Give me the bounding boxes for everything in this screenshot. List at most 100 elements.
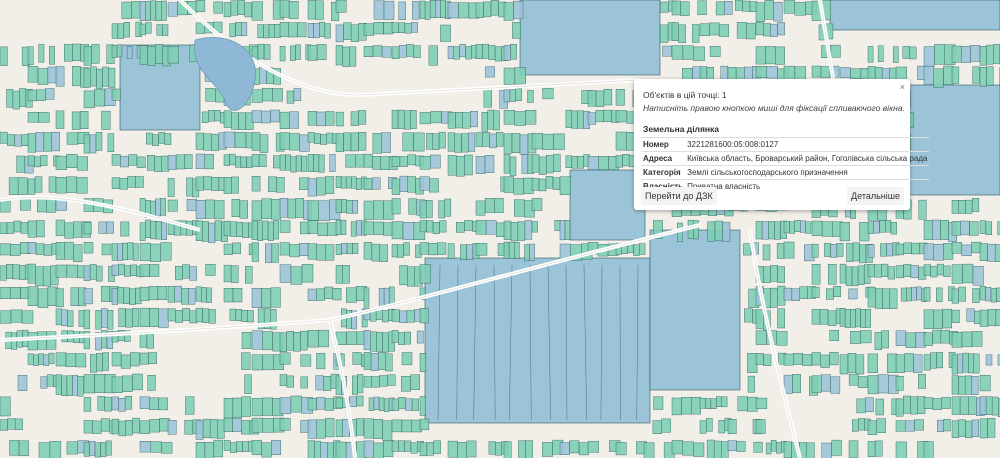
parcel	[10, 309, 23, 323]
parcel	[483, 1, 492, 18]
parcel	[335, 375, 342, 395]
parcel	[201, 111, 209, 123]
parcel	[776, 442, 782, 454]
parcel	[503, 153, 511, 174]
parcel	[615, 131, 627, 151]
parcel	[874, 264, 882, 278]
parcel	[37, 288, 49, 308]
parcel	[615, 110, 628, 123]
parcel	[811, 352, 821, 366]
parcel	[490, 0, 499, 16]
details-button[interactable]: Детальніше	[847, 187, 904, 205]
parcel	[251, 330, 263, 350]
parcel	[349, 46, 357, 67]
parcel	[307, 178, 317, 197]
parcel	[131, 308, 140, 327]
parcel	[167, 308, 176, 322]
parcel	[874, 332, 883, 350]
parcel	[324, 23, 331, 39]
parcel	[457, 442, 467, 458]
parcel	[913, 354, 923, 373]
parcel	[875, 288, 883, 309]
parcel	[372, 45, 383, 57]
parcel	[94, 374, 106, 393]
parcel	[985, 354, 993, 366]
parcel	[877, 374, 889, 394]
parcel	[407, 176, 416, 193]
parcel	[251, 417, 263, 433]
go-to-dzk-button[interactable]: Перейти до ДЗК	[641, 187, 717, 205]
parcel	[552, 177, 561, 190]
parcel	[45, 88, 55, 100]
parcel	[27, 353, 34, 365]
parcel	[251, 242, 259, 262]
parcel	[867, 221, 874, 234]
parcel	[692, 24, 700, 43]
parcel	[83, 222, 92, 235]
parcel	[546, 155, 554, 174]
parcel	[363, 153, 373, 168]
parcel	[951, 396, 961, 415]
parcel	[342, 265, 350, 284]
parcel	[391, 309, 400, 322]
parcel	[0, 419, 8, 431]
parcel	[774, 221, 781, 240]
parcel	[691, 397, 702, 415]
parcel	[481, 111, 488, 132]
popup-hint: Натисніть правою кнопкою миші для фіксац…	[643, 103, 905, 113]
parcel	[174, 266, 183, 281]
row-key: Номер	[641, 137, 686, 152]
parcel	[391, 178, 401, 195]
parcel	[229, 221, 237, 237]
parcel	[14, 418, 23, 430]
parcel	[971, 241, 982, 254]
parcel	[951, 375, 959, 395]
parcel	[755, 353, 764, 365]
parcel	[755, 419, 766, 435]
parcel	[503, 220, 512, 240]
parcel	[148, 397, 159, 410]
parcel	[768, 221, 775, 240]
close-icon[interactable]: ×	[900, 82, 905, 92]
parcel	[27, 178, 36, 195]
parcel	[699, 23, 710, 37]
parcel	[373, 396, 380, 411]
parcel	[510, 222, 519, 242]
parcel	[378, 288, 385, 308]
parcel	[0, 131, 8, 144]
parcel	[307, 23, 314, 38]
parcel	[132, 417, 140, 434]
parcel	[987, 243, 996, 262]
parcel	[410, 442, 418, 454]
parcel	[127, 242, 134, 260]
parcel	[363, 200, 375, 220]
parcel	[595, 109, 604, 123]
parcel	[335, 111, 344, 127]
parcel	[363, 178, 373, 191]
parcel	[335, 219, 342, 235]
parcel	[770, 440, 777, 452]
parcel	[867, 46, 874, 63]
parcel	[154, 156, 163, 172]
parcel	[271, 440, 282, 455]
parcel	[116, 44, 123, 58]
parcel	[65, 353, 77, 368]
parcel	[428, 242, 438, 256]
parcel	[101, 243, 112, 256]
cadastral-map[interactable]	[0, 0, 1000, 458]
parcel	[855, 354, 865, 375]
parcel	[979, 46, 987, 66]
parcel	[164, 133, 172, 145]
parcel	[376, 331, 383, 352]
parcel	[167, 420, 177, 435]
parcel	[36, 89, 46, 101]
parcel	[724, 1, 733, 15]
parcel	[7, 134, 15, 147]
parcel	[149, 419, 160, 433]
parcel	[320, 442, 328, 458]
parcel	[905, 332, 917, 348]
parcel	[258, 154, 267, 167]
parcel	[6, 89, 14, 108]
parcel	[271, 243, 279, 263]
parcel	[355, 154, 366, 168]
